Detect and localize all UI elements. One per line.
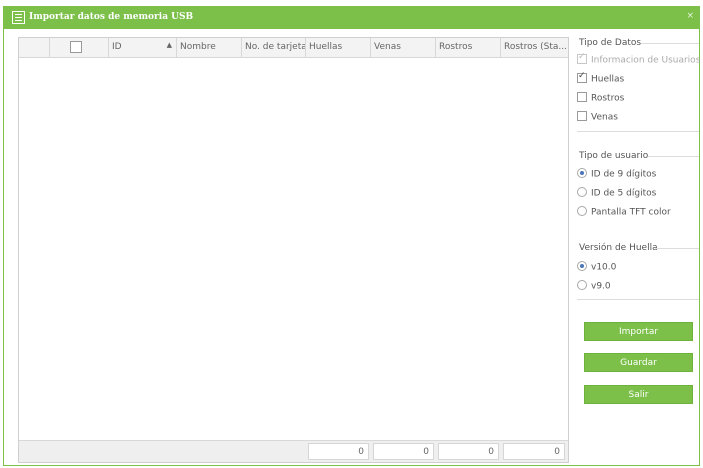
- column-header-id[interactable]: ID ▲: [109, 38, 177, 57]
- informacion-usuarios-label: Informacion de Usuarios: [591, 55, 701, 66]
- column-header-rostros-sta[interactable]: Rostros (Sta...: [501, 38, 569, 57]
- huellas-checkbox[interactable]: [577, 71, 587, 83]
- option-rostros[interactable]: Rostros: [577, 92, 625, 107]
- column-header-rostros-sta-label: Rostros (Sta...: [504, 42, 567, 52]
- select-all-checkbox[interactable]: [70, 41, 82, 53]
- salir-button[interactable]: Salir: [584, 385, 693, 404]
- rostros-checkbox[interactable]: [577, 92, 587, 102]
- usb-document-icon: [12, 11, 25, 24]
- venas-total: 0: [373, 443, 434, 460]
- column-header-id-label: ID: [112, 42, 122, 52]
- pantalla-tft-radio[interactable]: [577, 206, 587, 216]
- tipo-datos-bottom-divider: [577, 131, 699, 132]
- tipo-usuario-divider: [648, 156, 699, 157]
- option-id-9-digitos[interactable]: ID de 9 dígitos: [577, 168, 657, 183]
- title-bar[interactable]: Importar datos de memoria USB ×: [4, 7, 699, 29]
- column-header-nombre[interactable]: Nombre: [177, 38, 242, 57]
- option-id-5-digitos[interactable]: ID de 5 dígitos: [577, 187, 657, 202]
- id-5-digitos-radio[interactable]: [577, 187, 587, 197]
- version-huella-divider: [656, 248, 699, 249]
- column-header-rostros[interactable]: Rostros: [436, 38, 501, 57]
- version-huella-title: Versión de Huella: [579, 243, 658, 253]
- option-huellas[interactable]: Huellas: [577, 71, 625, 88]
- huellas-total: 0: [308, 443, 369, 460]
- close-icon[interactable]: ×: [686, 11, 694, 21]
- column-header-huellas-label: Huellas: [309, 42, 343, 52]
- informacion-usuarios-checkbox[interactable]: [577, 52, 587, 64]
- rostros-label: Rostros: [591, 93, 625, 104]
- grid-body[interactable]: [19, 58, 568, 441]
- option-venas[interactable]: Venas: [577, 111, 618, 126]
- option-informacion-usuarios[interactable]: Informacion de Usuarios: [577, 52, 701, 69]
- v10-label: v10.0: [591, 262, 617, 273]
- column-header-select[interactable]: [50, 38, 109, 57]
- column-header-huellas[interactable]: Huellas: [306, 38, 371, 57]
- import-usb-dialog: Importar datos de memoria USB × ID ▲ Nom…: [3, 6, 700, 466]
- guardar-button[interactable]: Guardar: [584, 353, 693, 372]
- huellas-label: Huellas: [591, 74, 625, 85]
- venas-label: Venas: [591, 112, 618, 123]
- version-huella-bottom-divider: [577, 299, 699, 300]
- column-header-venas-label: Venas: [374, 42, 401, 52]
- tipo-datos-divider: [641, 43, 699, 44]
- option-v9[interactable]: v9.0: [577, 280, 611, 295]
- id-5-digitos-label: ID de 5 dígitos: [591, 188, 657, 199]
- column-header-rownum: [19, 38, 50, 57]
- grid-header: ID ▲ Nombre No. de tarjeta Huellas Venas…: [19, 38, 568, 58]
- column-header-tarjeta-label: No. de tarjeta: [245, 42, 306, 52]
- column-header-venas[interactable]: Venas: [371, 38, 436, 57]
- v9-radio[interactable]: [577, 280, 587, 290]
- users-grid: ID ▲ Nombre No. de tarjeta Huellas Venas…: [18, 37, 569, 463]
- column-header-nombre-label: Nombre: [180, 42, 216, 52]
- tipo-datos-title: Tipo de Datos: [579, 38, 642, 48]
- rostros-total: 0: [438, 443, 499, 460]
- id-9-digitos-radio[interactable]: [577, 168, 587, 178]
- window-title: Importar datos de memoria USB: [29, 12, 194, 22]
- options-panel: Tipo de Datos Informacion de Usuarios Hu…: [576, 37, 701, 463]
- column-header-tarjeta[interactable]: No. de tarjeta: [242, 38, 306, 57]
- id-9-digitos-label: ID de 9 dígitos: [591, 169, 657, 180]
- sort-ascending-icon: ▲: [166, 41, 172, 49]
- v10-radio[interactable]: [577, 261, 587, 271]
- column-header-rostros-label: Rostros: [439, 42, 473, 52]
- v9-label: v9.0: [591, 281, 611, 292]
- rostros-sta-total: 0: [503, 443, 565, 460]
- grid-summary-footer: 0 0 0 0: [19, 440, 568, 462]
- option-v10[interactable]: v10.0: [577, 261, 617, 276]
- option-pantalla-tft[interactable]: Pantalla TFT color: [577, 206, 671, 221]
- venas-checkbox[interactable]: [577, 111, 587, 121]
- pantalla-tft-label: Pantalla TFT color: [591, 207, 671, 218]
- importar-button[interactable]: Importar: [584, 322, 693, 341]
- tipo-usuario-title: Tipo de usuario: [579, 151, 649, 161]
